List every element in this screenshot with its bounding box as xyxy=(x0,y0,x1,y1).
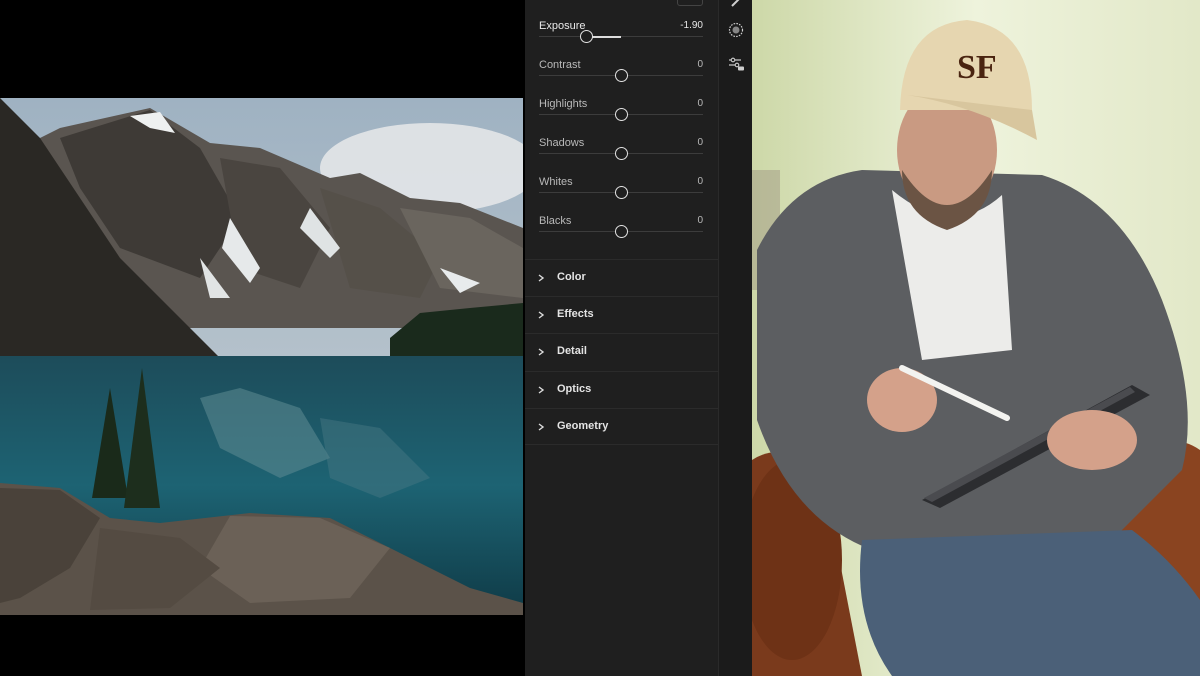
slider-label: Contrast xyxy=(539,59,581,71)
whites-slider[interactable]: Whites 0 xyxy=(539,176,703,215)
blacks-slider[interactable]: Blacks 0 xyxy=(539,215,703,254)
tool-strip xyxy=(718,0,752,676)
brush-tool-button[interactable] xyxy=(726,0,746,12)
shadows-slider[interactable]: Shadows 0 xyxy=(539,137,703,176)
presenter-image: SF xyxy=(752,0,1200,676)
slider-label: Shadows xyxy=(539,137,585,149)
slider-thumb[interactable] xyxy=(614,147,628,160)
radial-filter-icon xyxy=(728,22,744,38)
slider-label: Highlights xyxy=(539,98,588,110)
radial-filter-button[interactable] xyxy=(726,20,746,40)
chevron-right-icon xyxy=(538,348,545,356)
brush-icon xyxy=(731,0,740,7)
section-label: Optics xyxy=(557,383,592,395)
panel-top-control[interactable] xyxy=(677,0,703,6)
exposure-slider[interactable]: Exposure -1.90 xyxy=(539,20,703,59)
section-label: Geometry xyxy=(557,420,609,432)
slider-thumb[interactable] xyxy=(614,69,628,82)
landscape-photo[interactable] xyxy=(0,98,523,615)
slider-label: Blacks xyxy=(539,215,572,227)
presets-button[interactable] xyxy=(726,54,746,74)
photo-canvas xyxy=(0,0,525,676)
landscape-image xyxy=(0,98,523,615)
section-effects[interactable]: Effects xyxy=(525,296,718,333)
slider-label: Exposure xyxy=(539,20,586,32)
slider-value[interactable]: -1.90 xyxy=(680,20,703,31)
slider-thumb[interactable] xyxy=(614,225,628,238)
slider-value[interactable]: 0 xyxy=(697,176,703,187)
chevron-right-icon xyxy=(538,386,545,394)
slider-value[interactable]: 0 xyxy=(697,98,703,109)
presets-icon xyxy=(729,57,744,71)
section-geometry[interactable]: Geometry xyxy=(525,408,718,445)
section-optics[interactable]: Optics xyxy=(525,371,718,408)
slider-thumb[interactable] xyxy=(614,186,628,199)
slider-value[interactable]: 0 xyxy=(697,215,703,226)
slider-value[interactable]: 0 xyxy=(697,137,703,148)
section-label: Color xyxy=(557,271,586,283)
section-label: Effects xyxy=(557,308,594,320)
chevron-right-icon xyxy=(538,423,545,431)
slider-track[interactable] xyxy=(539,36,703,37)
chevron-right-icon xyxy=(538,274,545,282)
section-label: Detail xyxy=(557,345,587,357)
slider-thumb[interactable] xyxy=(614,108,628,121)
section-color[interactable]: Color xyxy=(525,259,718,296)
light-edit-panel: Exposure -1.90 Contrast 0 Highlights 0 S… xyxy=(525,0,718,676)
slider-thumb[interactable] xyxy=(580,30,594,43)
highlights-slider[interactable]: Highlights 0 xyxy=(539,98,703,137)
svg-text:SF: SF xyxy=(957,49,997,86)
slider-value[interactable]: 0 xyxy=(697,59,703,70)
slider-label: Whites xyxy=(539,176,573,188)
chevron-right-icon xyxy=(538,311,545,319)
section-detail[interactable]: Detail xyxy=(525,333,718,370)
presenter-video: SF xyxy=(752,0,1200,676)
contrast-slider[interactable]: Contrast 0 xyxy=(539,59,703,98)
